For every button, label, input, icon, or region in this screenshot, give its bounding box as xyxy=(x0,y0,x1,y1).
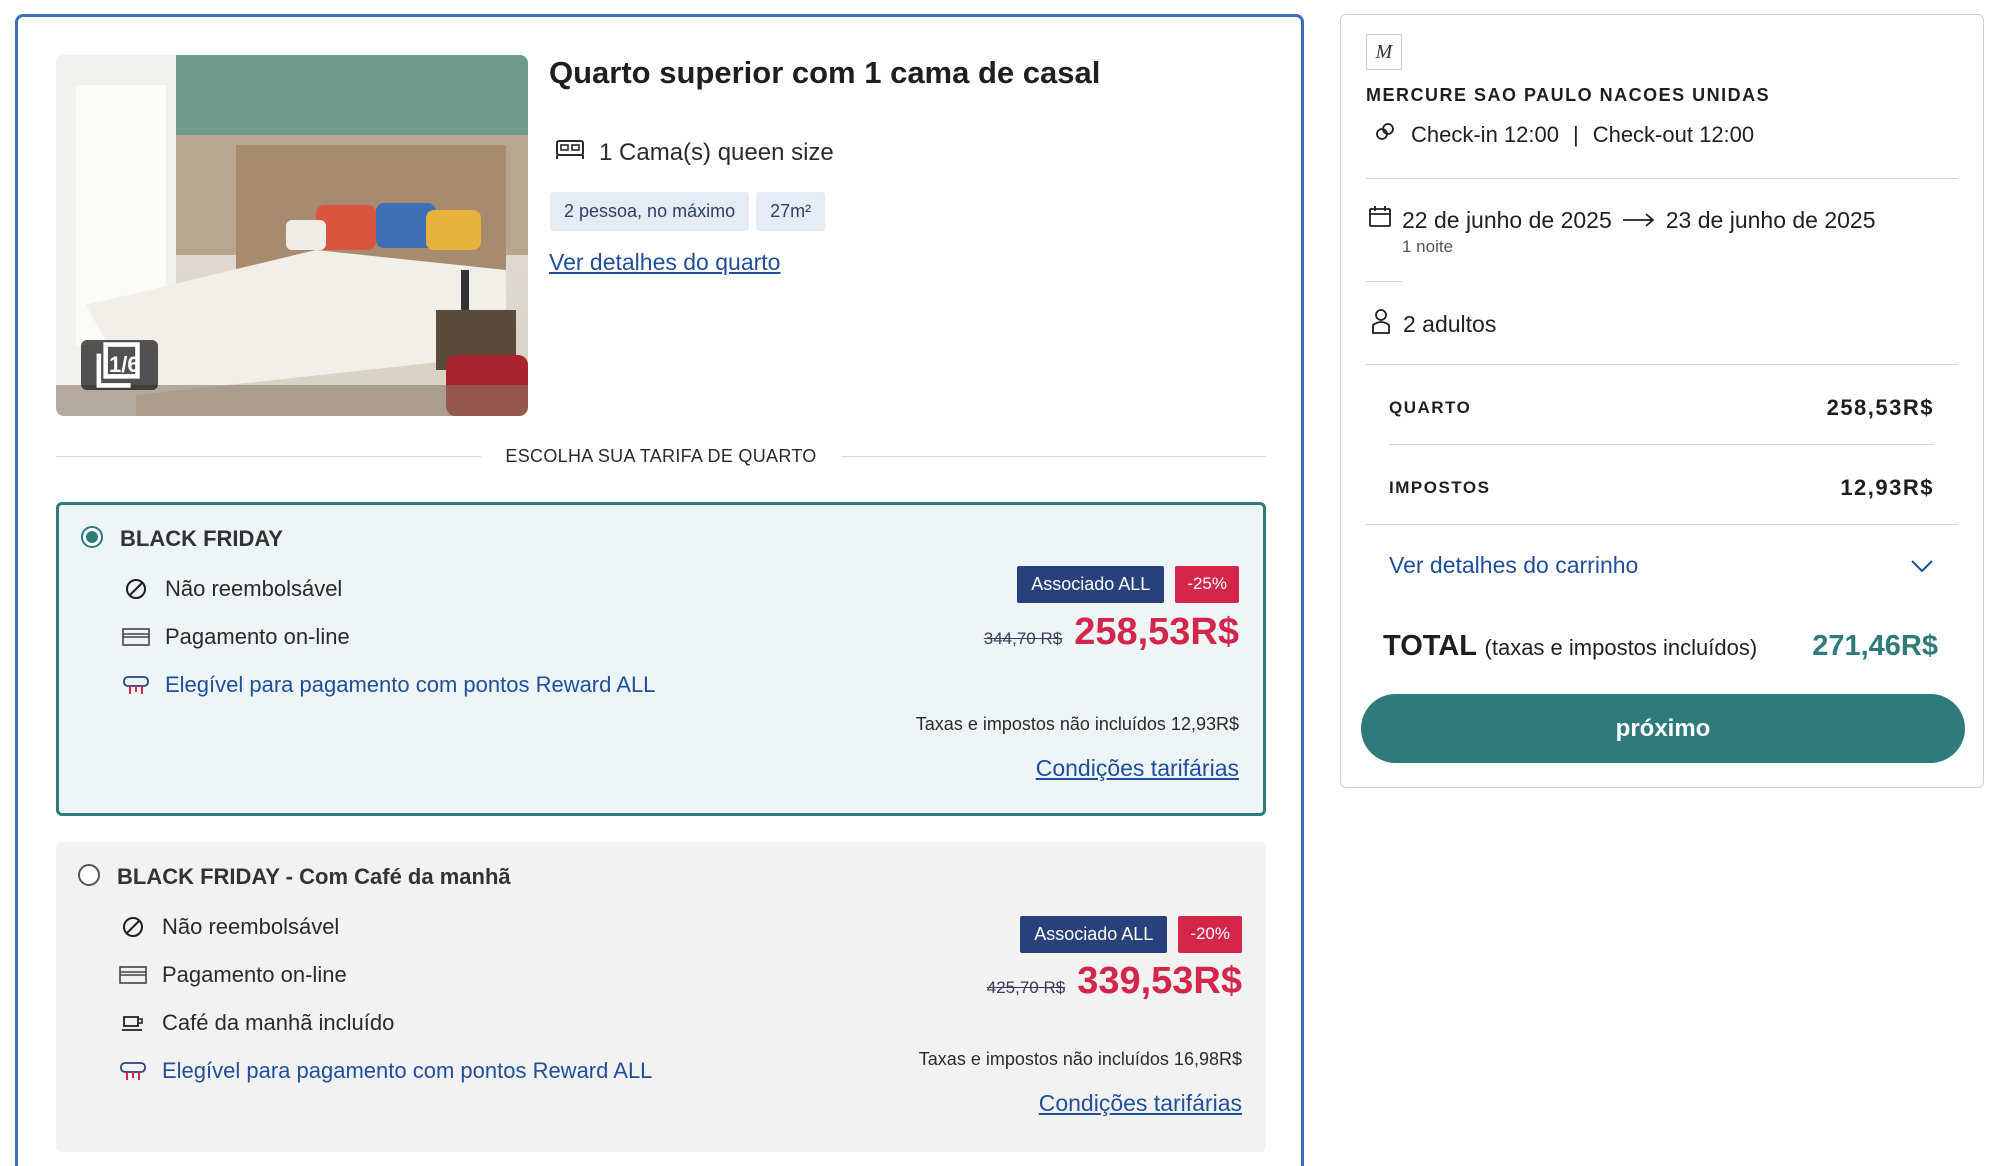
stay-dates: 22 de junho de 2025 23 de junho de 2025 xyxy=(1368,205,1876,235)
checkin-checkout: Check-in 12:00 | Check-out 12:00 xyxy=(1373,120,1754,150)
rate-option-black-friday[interactable]: BLACK FRIDAY Não reembolsável Pagamento … xyxy=(56,502,1266,816)
room-photo[interactable]: 1/6 xyxy=(56,55,528,416)
date-from: 22 de junho de 2025 xyxy=(1402,206,1612,233)
rate-badges: Associado ALL -20% xyxy=(1020,916,1242,953)
taxes-line-item: IMPOSTOS 12,93R$ xyxy=(1389,475,1934,501)
arrow-right-icon xyxy=(1622,207,1656,234)
rate-radio-selected[interactable] xyxy=(81,526,103,548)
feature-refund: Não reembolsável xyxy=(121,576,342,602)
room-line-label: QUARTO xyxy=(1389,398,1472,417)
feature-reward[interactable]: Elegível para pagamento com pontos Rewar… xyxy=(118,1058,652,1084)
next-button[interactable]: próximo xyxy=(1361,694,1965,763)
divider xyxy=(1366,524,1958,525)
no-refund-icon xyxy=(118,915,148,939)
discount-badge: -20% xyxy=(1178,916,1242,953)
cart-details-label: Ver detalhes do carrinho xyxy=(1389,552,1639,578)
room-card: 1/6 Quarto superior com 1 cama de casal … xyxy=(15,14,1304,1166)
cart-details-toggle[interactable]: Ver detalhes do carrinho xyxy=(1389,552,1934,579)
chevron-down-icon xyxy=(1910,552,1934,579)
reward-icon xyxy=(118,1060,148,1082)
room-chips: 2 pessoa, no máximo 27m² xyxy=(550,192,826,231)
divider xyxy=(1389,444,1934,445)
hotel-name: MERCURE SAO PAULO NACOES UNIDAS xyxy=(1366,85,1771,105)
person-icon xyxy=(1369,308,1393,340)
rate-section-label: ESCOLHA SUA TARIFA DE QUARTO xyxy=(505,445,817,466)
member-badge: Associado ALL xyxy=(1020,916,1168,953)
rate-name: BLACK FRIDAY - Com Café da manhã xyxy=(117,864,511,889)
taxes-line-label: IMPOSTOS xyxy=(1389,478,1491,497)
bed-label: 1 Cama(s) queen size xyxy=(599,138,834,166)
discount-badge: -25% xyxy=(1175,566,1239,603)
checkin-time: Check-in 12:00 xyxy=(1411,122,1559,147)
date-to: 23 de junho de 2025 xyxy=(1665,206,1876,233)
old-price: 425,70 R$ xyxy=(986,978,1066,997)
bed-icon xyxy=(555,137,585,168)
coffee-icon xyxy=(118,1012,148,1034)
room-title: Quarto superior com 1 cama de casal xyxy=(549,55,1101,90)
room-line-value: 258,53R$ xyxy=(1826,395,1934,420)
rate-name: BLACK FRIDAY xyxy=(120,526,283,551)
taxes-line-value: 12,93R$ xyxy=(1840,475,1934,500)
rate-badges: Associado ALL -25% xyxy=(1017,566,1239,603)
room-size-chip: 27m² xyxy=(756,192,826,231)
reward-icon xyxy=(121,674,151,696)
rate-conditions-link[interactable]: Condições tarifárias xyxy=(1036,755,1239,782)
checkout-time: Check-out 12:00 xyxy=(1592,122,1755,147)
price-row: 344,70 R$ 258,53R$ xyxy=(984,611,1239,654)
room-line-item: QUARTO 258,53R$ xyxy=(1389,395,1934,421)
feature-payment: Pagamento on-line xyxy=(118,962,347,988)
divider xyxy=(1366,178,1958,179)
total-value: 271,46R$ xyxy=(1812,630,1938,662)
booking-summary: M MERCURE SAO PAULO NACOES UNIDAS Check-… xyxy=(1340,14,1984,788)
card-icon xyxy=(121,627,151,647)
rate-option-black-friday-breakfast[interactable]: BLACK FRIDAY - Com Café da manhã Não ree… xyxy=(56,842,1266,1152)
divider-short xyxy=(1366,281,1402,282)
feature-breakfast: Café da manhã incluído xyxy=(118,1010,394,1036)
member-badge: Associado ALL xyxy=(1017,566,1165,603)
tax-note: Taxas e impostos não incluídos 12,93R$ xyxy=(915,714,1239,734)
link-icon xyxy=(1373,120,1397,150)
guests-label: 2 adultos xyxy=(1403,310,1497,337)
new-price: 339,53R$ xyxy=(1077,960,1242,1002)
feature-payment: Pagamento on-line xyxy=(121,624,350,650)
max-guests-chip: 2 pessoa, no máximo xyxy=(550,192,750,231)
bed-info: 1 Cama(s) queen size xyxy=(555,137,834,168)
new-price: 258,53R$ xyxy=(1074,611,1239,653)
feature-refund: Não reembolsável xyxy=(118,914,339,940)
total-label: TOTAL xyxy=(1383,630,1477,662)
hotel-logo: M xyxy=(1366,34,1402,70)
tax-note: Taxas e impostos não incluídos 16,98R$ xyxy=(918,1049,1242,1069)
room-details-link[interactable]: Ver detalhes do quarto xyxy=(549,249,780,276)
photo-counter[interactable]: 1/6 xyxy=(81,340,158,390)
nights-count: 1 noite xyxy=(1402,237,1454,256)
feature-reward[interactable]: Elegível para pagamento com pontos Rewar… xyxy=(121,672,655,698)
calendar-icon xyxy=(1368,205,1392,235)
rate-radio-unselected[interactable] xyxy=(78,864,100,886)
price-row: 425,70 R$ 339,53R$ xyxy=(987,960,1242,1003)
rate-conditions-link[interactable]: Condições tarifárias xyxy=(1039,1090,1242,1117)
guests: 2 adultos xyxy=(1369,308,1496,340)
old-price: 344,70 R$ xyxy=(983,629,1063,648)
checkin-separator: | xyxy=(1572,122,1579,147)
total-row: TOTAL (taxas e impostos incluídos) 271,4… xyxy=(1383,630,1938,663)
card-icon xyxy=(118,965,148,985)
no-refund-icon xyxy=(121,577,151,601)
divider xyxy=(1366,364,1958,365)
total-note: (taxas e impostos incluídos) xyxy=(1484,635,1758,660)
rate-section-divider: ESCOLHA SUA TARIFA DE QUARTO xyxy=(56,441,1267,471)
